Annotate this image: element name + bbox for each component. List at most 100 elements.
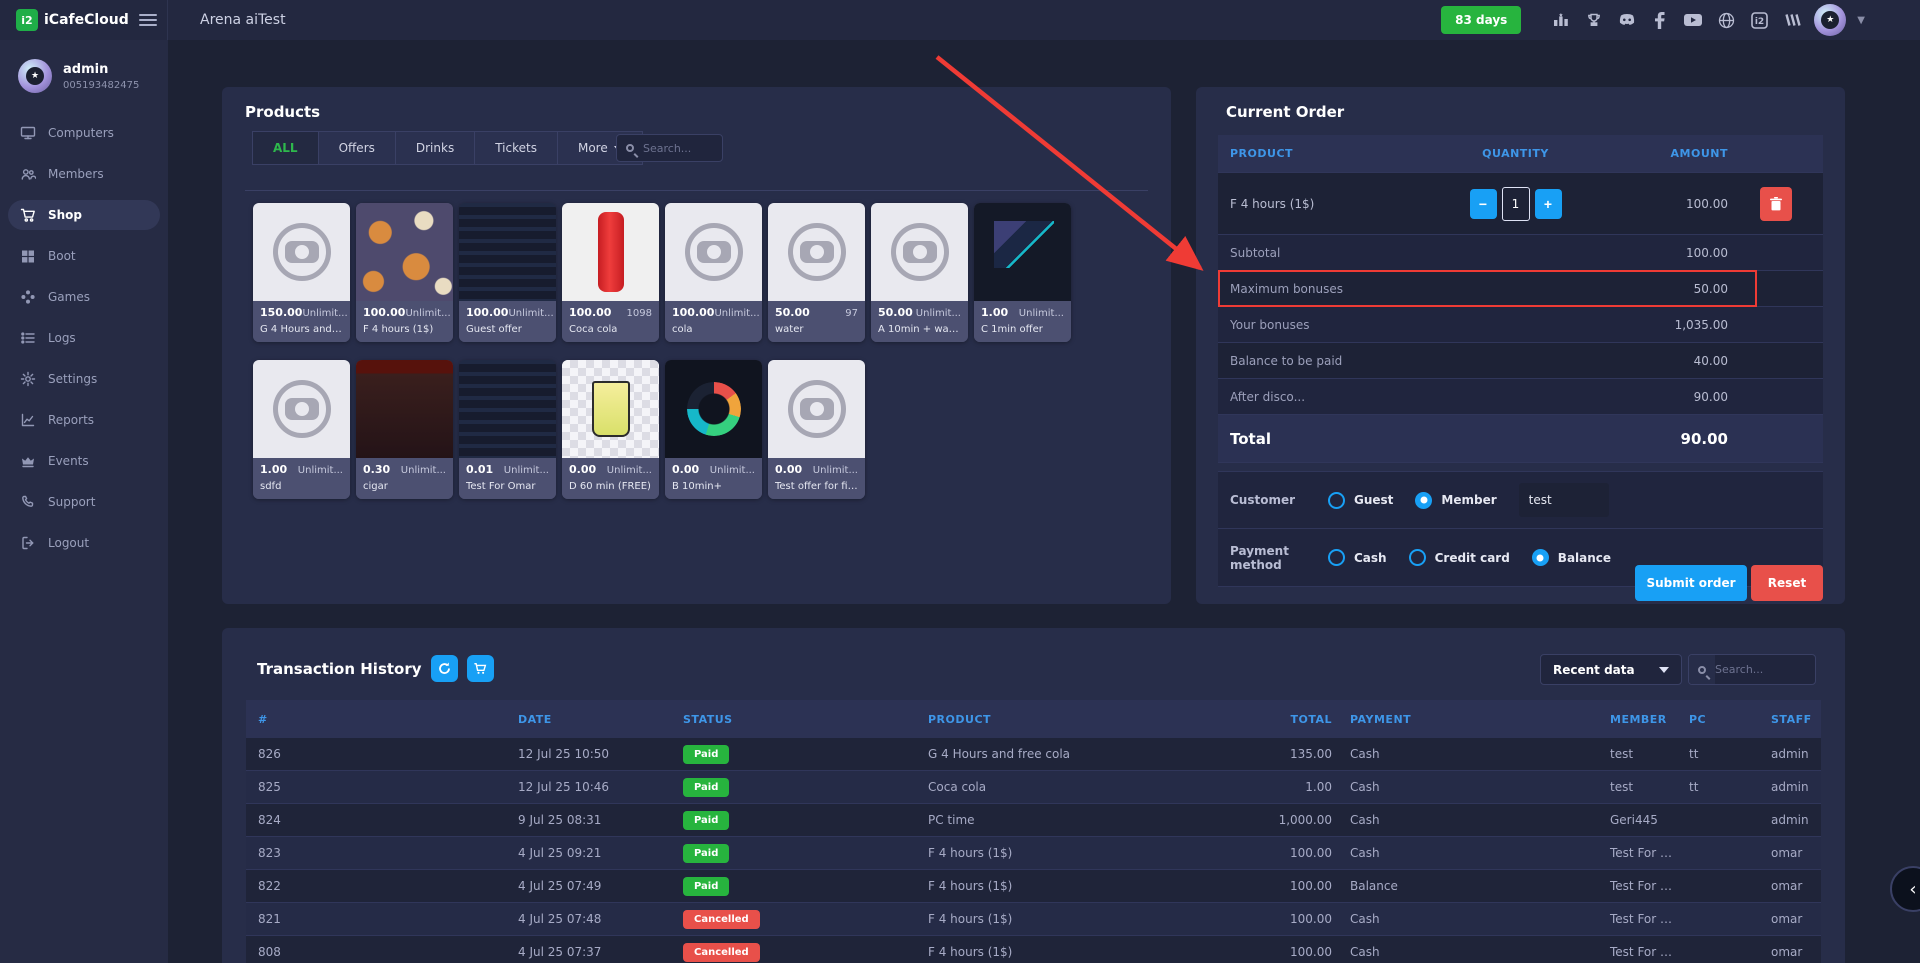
shop-cart-icon [20,207,36,223]
product-card[interactable]: 150.00Unlimit...G 4 Hours and f... [253,203,350,342]
tab-offers[interactable]: Offers [318,131,396,165]
facebook-icon[interactable] [1649,9,1671,31]
product-name: D 60 min (FREE) [569,481,652,492]
camera-placeholder-icon [788,223,846,281]
product-card[interactable]: 1.00Unlimit...C 1min offer [974,203,1071,342]
table-row[interactable]: 823 4 Jul 25 09:21 Paid F 4 hours (1$) 1… [246,837,1821,870]
table-row[interactable]: 821 4 Jul 25 07:48 Cancelled F 4 hours (… [246,903,1821,936]
camera-placeholder-icon [273,223,331,281]
sidebar-item-support[interactable]: Support [8,487,160,517]
refresh-button[interactable] [431,655,458,682]
sidebar-item-events[interactable]: Events [8,446,160,476]
product-card[interactable]: 100.00Unlimit...F 4 hours (1$) [356,203,453,342]
order-item-row: F 4 hours (1$) − + 100.00 [1218,173,1823,235]
product-card[interactable]: 50.0097water [768,203,865,342]
product-price: 100.00 [466,306,508,319]
globe-icon[interactable] [1715,9,1737,31]
collapse-panel-button[interactable]: ‹ [1890,866,1920,912]
submit-order-button[interactable]: Submit order [1635,565,1747,601]
sidebar-item-computers[interactable]: Computers [8,118,160,148]
user-avatar [18,59,52,93]
remove-item-button[interactable] [1760,187,1792,221]
product-card[interactable]: 0.00Unlimit...B 10min+ [665,360,762,499]
table-row[interactable]: 826 12 Jul 25 10:50 Paid G 4 Hours and f… [246,738,1821,771]
refresh-icon [438,662,451,675]
ranking-icon[interactable] [1550,9,1572,31]
product-price: 0.00 [569,463,596,476]
product-name: B 10min+ [672,481,755,492]
cart-button[interactable] [467,655,494,682]
user-avatar[interactable] [1814,4,1846,36]
trophy-icon[interactable] [1583,9,1605,31]
products-tabs: ALL Offers Drinks Tickets More [253,131,643,165]
history-range-select[interactable]: Recent data [1540,654,1682,685]
product-image [253,203,350,301]
quantity-decrease-button[interactable]: − [1470,189,1497,219]
status-badge: Paid [683,778,729,797]
table-row[interactable]: 822 4 Jul 25 07:49 Paid F 4 hours (1$) 1… [246,870,1821,903]
payment-credit-card-radio[interactable] [1409,549,1426,566]
payment-cash-radio[interactable] [1328,549,1345,566]
product-card[interactable]: 50.00Unlimit...A 10min + water [871,203,968,342]
search-icon [1689,655,1715,684]
sidebar-user[interactable]: admin 005193482475 [0,40,168,107]
sidebar-item-boot[interactable]: Boot [8,241,160,271]
table-row[interactable]: 824 9 Jul 25 08:31 Paid PC time 1,000.00… [246,804,1821,837]
search-icon [617,135,643,161]
sidebar-item-settings[interactable]: Settings [8,364,160,394]
sidebar-item-reports[interactable]: Reports [8,405,160,435]
sidebar-item-logout[interactable]: Logout [8,528,160,558]
events-crown-icon [20,453,36,469]
hamburger-menu-icon[interactable] [139,14,157,26]
icafecloud-site-icon[interactable]: i2 [1748,9,1770,31]
product-stock: 97 [845,308,858,319]
chevron-down-icon [1659,667,1669,673]
sidebar-item-logs[interactable]: Logs [8,323,160,353]
payment-balance-radio[interactable] [1532,549,1549,566]
product-stock: Unlimit... [401,465,446,476]
members-icon [20,166,36,182]
product-card[interactable]: 1.00Unlimit...sdfd [253,360,350,499]
chevron-down-icon[interactable]: ▼ [1857,15,1865,26]
customer-row: Customer Guest Member [1218,471,1823,529]
products-search-input[interactable] [643,142,722,155]
sidebar-item-games[interactable]: Games [8,282,160,312]
sidebar-item-shop[interactable]: Shop [8,200,160,230]
customer-member-radio[interactable] [1415,492,1432,509]
product-stock: Unlimit... [1019,308,1064,319]
product-card[interactable]: 100.00Unlimit...Guest offer [459,203,556,342]
product-card[interactable]: 0.01Unlimit...Test For Omar [459,360,556,499]
product-card[interactable]: 0.30Unlimit...cigar [356,360,453,499]
member-name-input[interactable] [1519,483,1609,517]
product-image [562,360,659,458]
license-days-badge[interactable]: 83 days [1441,6,1521,34]
logout-icon [20,535,36,551]
product-price: 1.00 [260,463,287,476]
prism-icon[interactable] [1781,9,1803,31]
tab-all[interactable]: ALL [252,131,319,165]
icafecloud-logo-icon: i2 [16,9,38,31]
quantity-input[interactable] [1502,187,1530,221]
product-card[interactable]: 0.00Unlimit...Test offer for fir... [768,360,865,499]
product-card[interactable]: 0.00Unlimit...D 60 min (FREE) [562,360,659,499]
product-image [974,203,1071,301]
reset-button[interactable]: Reset [1751,565,1823,601]
status-badge: Paid [683,844,729,863]
total-label: Total [1218,430,1413,448]
product-card[interactable]: 100.00Unlimit...cola [665,203,762,342]
product-card[interactable]: 100.001098Coca cola [562,203,659,342]
product-name: water [775,324,858,335]
discord-icon[interactable] [1616,9,1638,31]
tab-tickets[interactable]: Tickets [474,131,558,165]
customer-guest-radio[interactable] [1328,492,1345,509]
topbar: i2 iCafeCloud Arena aiTest 83 days [0,0,1920,40]
products-grid-area: 150.00Unlimit...G 4 Hours and f... 100.0… [245,190,1148,588]
history-search-input[interactable] [1715,663,1815,676]
tab-drinks[interactable]: Drinks [395,131,475,165]
sidebar-item-members[interactable]: Members [8,159,160,189]
table-row[interactable]: 808 4 Jul 25 07:37 Cancelled F 4 hours (… [246,936,1821,963]
table-row[interactable]: 825 12 Jul 25 10:46 Paid Coca cola 1.00 … [246,771,1821,804]
youtube-icon[interactable] [1682,9,1704,31]
products-grid: 150.00Unlimit...G 4 Hours and f... 100.0… [253,203,1071,499]
quantity-increase-button[interactable]: + [1535,189,1562,219]
